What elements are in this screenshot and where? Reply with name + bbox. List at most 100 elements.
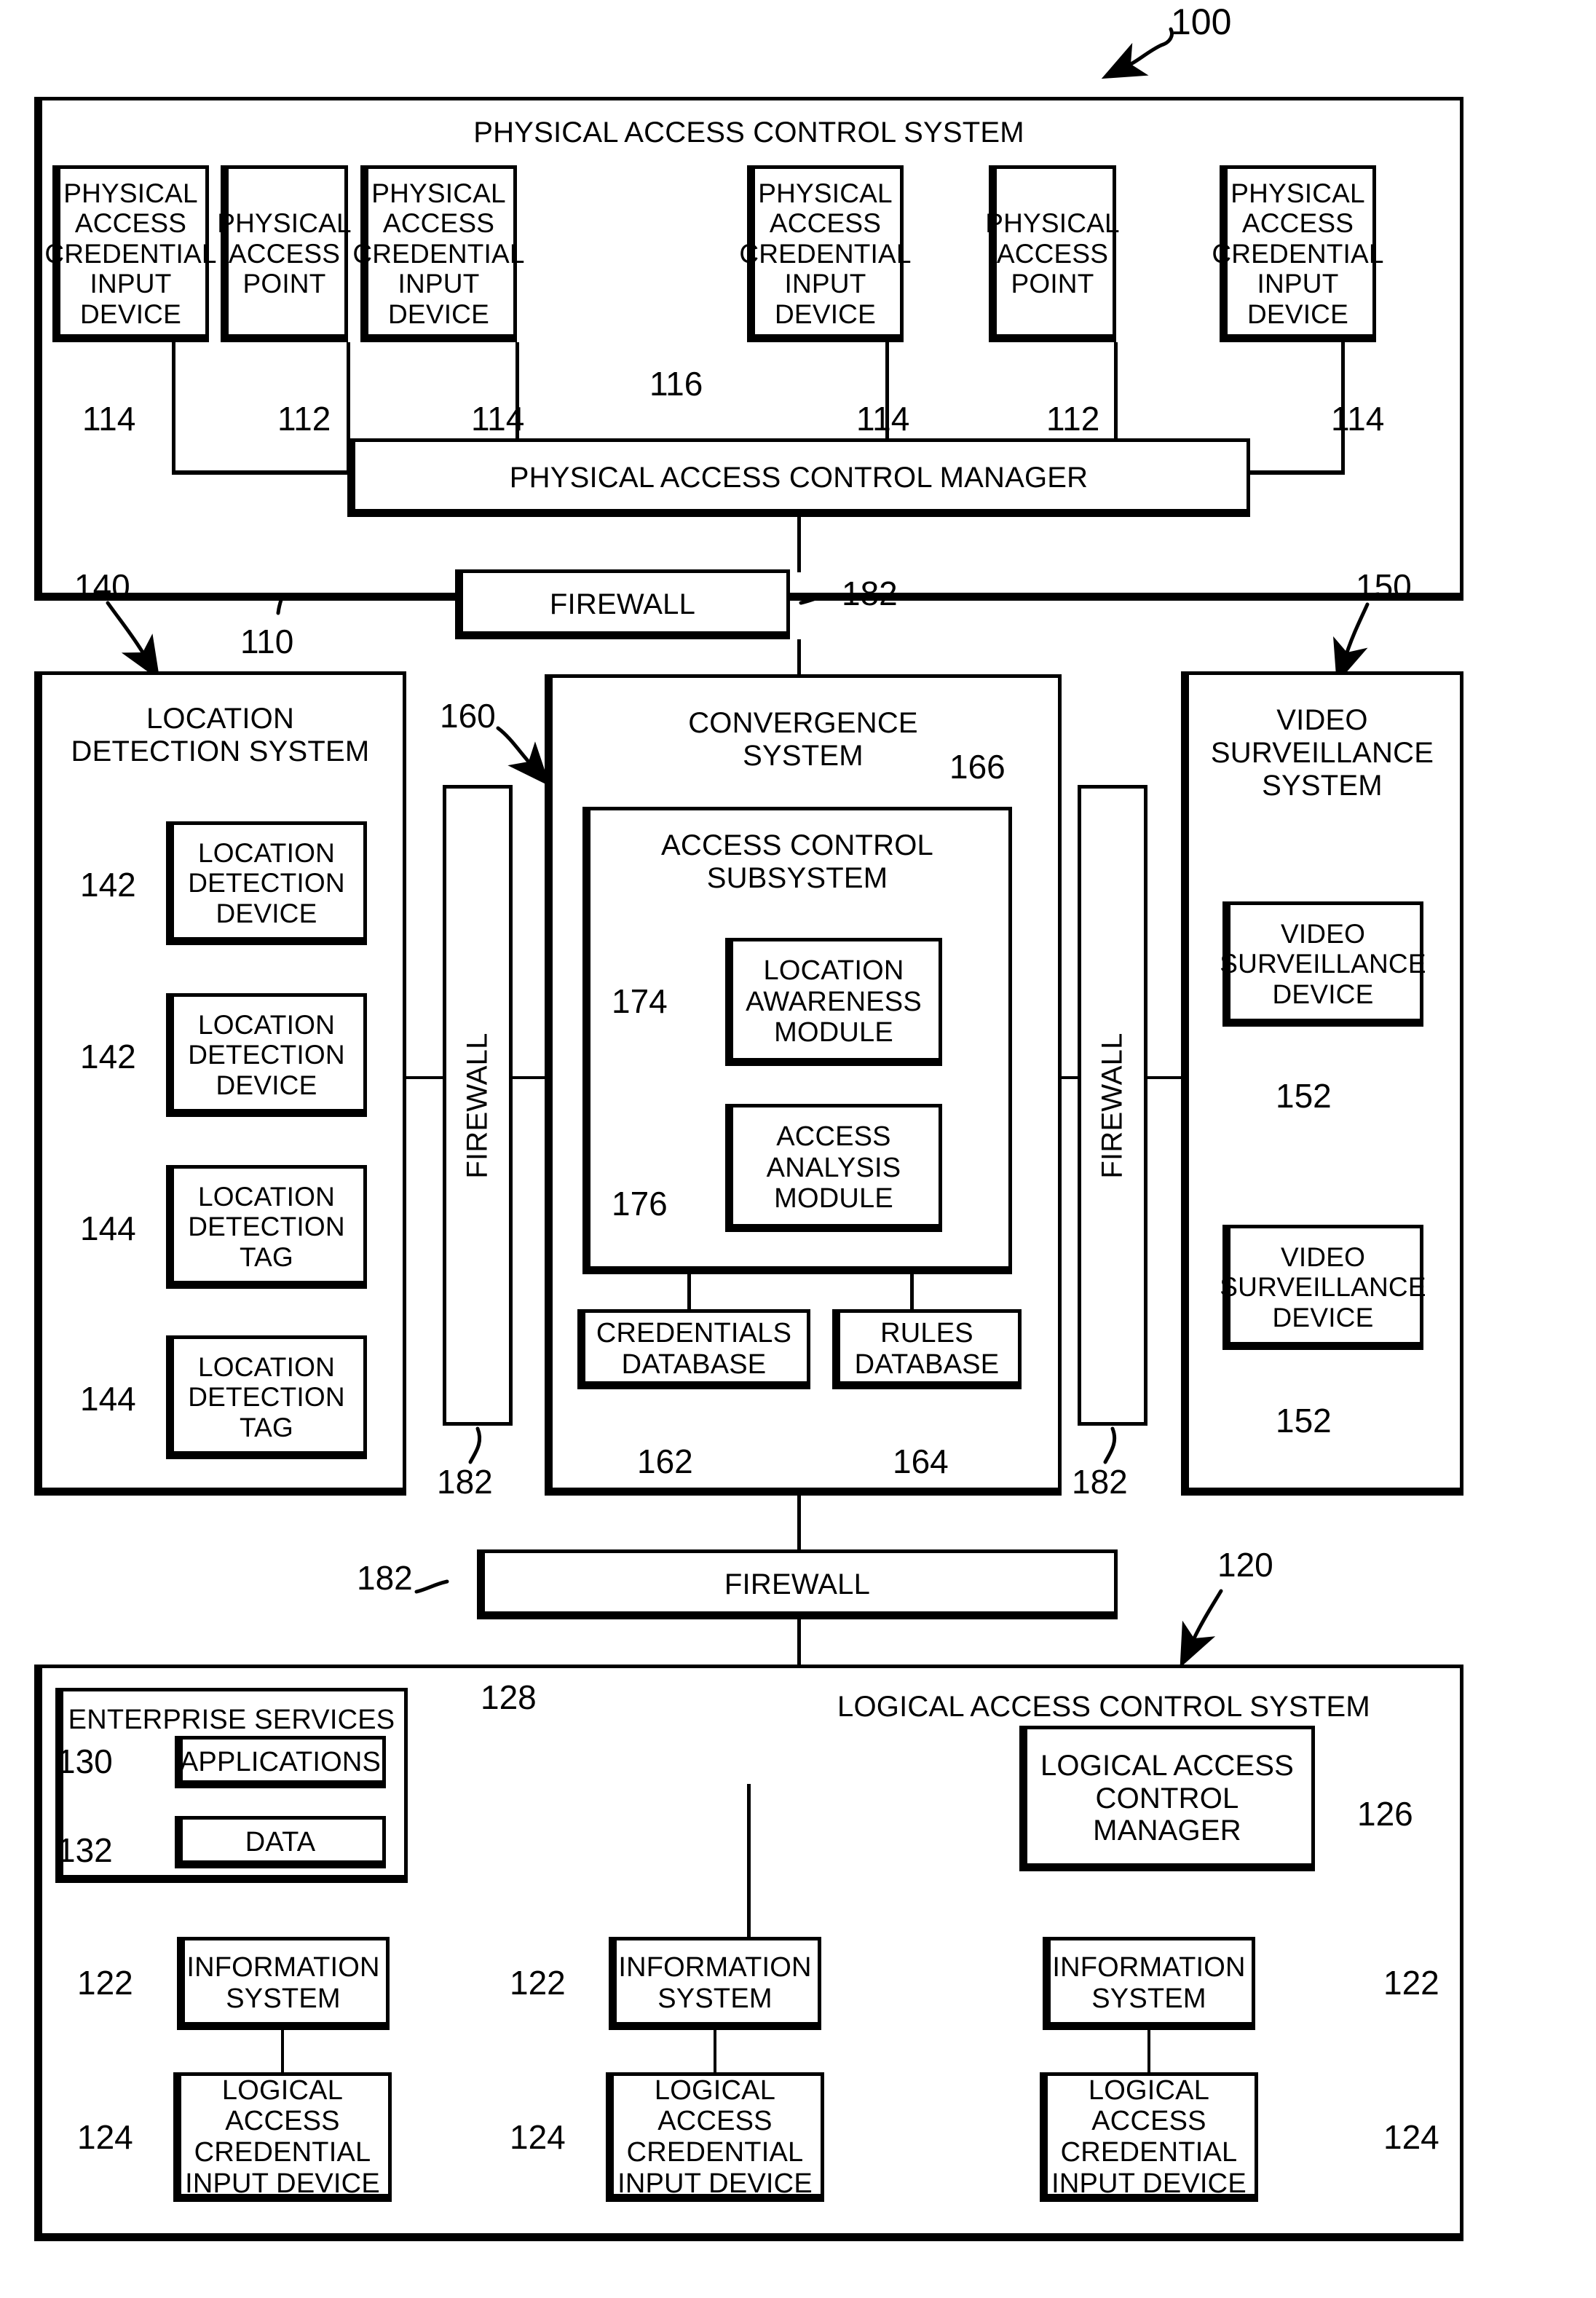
firewall-top: FIREWALL	[455, 569, 790, 639]
ref-124-b: 124	[510, 2118, 566, 2156]
information-system-label: INFORMATION SYSTEM	[186, 1952, 380, 2014]
ref-176: 176	[612, 1185, 668, 1223]
physical-access-point-1[interactable]: PHYSICAL ACCESS POINT	[217, 165, 352, 342]
lds-to-firewall-line	[406, 1076, 444, 1079]
manager-to-firewall-line	[797, 517, 801, 572]
applications-label: APPLICATIONS	[179, 1746, 382, 1777]
ref-122-c: 122	[1383, 1964, 1439, 2002]
credential-device-label: LOGICAL ACCESS CREDENTIAL INPUT DEVICE	[1051, 2074, 1247, 2199]
ref-174: 174	[612, 982, 668, 1020]
location-detection-device-2[interactable]: LOCATION DETECTION DEVICE	[166, 993, 367, 1117]
manager-label: PHYSICAL ACCESS CONTROL MANAGER	[509, 461, 1089, 494]
module-label: ACCESS ANALYSIS MODULE	[766, 1121, 901, 1215]
data-box[interactable]: DATA	[175, 1816, 386, 1868]
ref-100: 100	[1171, 1, 1232, 42]
logical-access-credential-input-device-2[interactable]: LOGICAL ACCESS CREDENTIAL INPUT DEVICE	[606, 2072, 824, 2202]
ref-128: 128	[481, 1678, 537, 1716]
device-label: PHYSICAL ACCESS POINT	[985, 208, 1120, 299]
ref-110: 110	[240, 623, 294, 660]
location-detection-device-1[interactable]: LOCATION DETECTION DEVICE	[166, 821, 367, 945]
ref-182-right: 182	[1072, 1463, 1128, 1501]
ref-162: 162	[637, 1442, 693, 1480]
enterprise-title: ENTERPRISE SERVICES	[68, 1705, 395, 1735]
firewall-to-convergence-line	[797, 639, 801, 674]
device-label: PHYSICAL ACCESS CREDENTIAL INPUT DEVICE	[352, 178, 525, 329]
ref-120: 120	[1217, 1546, 1273, 1584]
ref-114-a: 114	[82, 400, 136, 438]
ref-130: 130	[57, 1742, 113, 1780]
physical-access-credential-input-device-3[interactable]: PHYSICAL ACCESS CREDENTIAL INPUT DEVICE	[739, 165, 912, 342]
physical-access-point-2[interactable]: PHYSICAL ACCESS POINT	[985, 165, 1120, 342]
information-system-1[interactable]: INFORMATION SYSTEM	[177, 1937, 390, 2030]
firewall-right: FIREWALL	[1078, 785, 1147, 1426]
ref-152-b: 152	[1276, 1402, 1332, 1440]
ref-160: 160	[440, 697, 496, 735]
information-system-label: INFORMATION SYSTEM	[1052, 1952, 1246, 2014]
lds-item-label: LOCATION DETECTION TAG	[188, 1181, 345, 1272]
ref-182-bottom: 182	[357, 1559, 413, 1597]
convergence-to-bottom-firewall-line	[797, 1496, 801, 1549]
lds-title: LOCATION DETECTION SYSTEM	[71, 703, 370, 767]
device-label: PHYSICAL ACCESS CREDENTIAL INPUT DEVICE	[1212, 178, 1384, 329]
ref-182-left: 182	[437, 1463, 493, 1501]
ref-126: 126	[1357, 1795, 1413, 1833]
rules-database[interactable]: RULES DATABASE	[832, 1309, 1022, 1389]
logical-access-credential-input-device-1[interactable]: LOGICAL ACCESS CREDENTIAL INPUT DEVICE	[173, 2072, 392, 2202]
firewall-label: FIREWALL	[724, 1568, 871, 1600]
lds-item-label: LOCATION DETECTION TAG	[188, 1351, 345, 1442]
applications-box[interactable]: APPLICATIONS	[175, 1736, 386, 1788]
credential-device-label: LOGICAL ACCESS CREDENTIAL INPUT DEVICE	[617, 2074, 813, 2199]
ref-122-b: 122	[510, 1964, 566, 2002]
patent-figure-canvas: 100 PHYSICAL ACCESS CONTROL SYSTEM PHYSI…	[0, 0, 1596, 2298]
pacs-title: PHYSICAL ACCESS CONTROL SYSTEM	[473, 117, 1024, 149]
information-system-label: INFORMATION SYSTEM	[618, 1952, 812, 2014]
is1-to-cred1-line	[281, 2030, 284, 2074]
bottom-firewall-to-lacs-line	[797, 1619, 801, 1667]
lacs-manager-label: LOGICAL ACCESS CONTROL MANAGER	[1040, 1749, 1295, 1847]
ref-124-a: 124	[77, 2118, 133, 2156]
ref-114-c: 114	[856, 400, 910, 438]
location-awareness-module[interactable]: LOCATION AWARENESS MODULE	[725, 938, 942, 1066]
acs-to-credentials-line	[687, 1274, 691, 1312]
firewall-left: FIREWALL	[443, 785, 513, 1426]
convergence-title: CONVERGENCE SYSTEM	[688, 707, 918, 772]
lacs-bus-vertical	[747, 1784, 751, 1938]
physical-access-credential-input-device-4[interactable]: PHYSICAL ACCESS CREDENTIAL INPUT DEVICE	[1212, 165, 1384, 342]
lds-item-label: LOCATION DETECTION DEVICE	[188, 837, 345, 928]
vss-device-label: VIDEO SURVEILLANCE DEVICE	[1220, 918, 1426, 1009]
database-label: RULES DATABASE	[854, 1318, 1000, 1380]
information-system-3[interactable]: INFORMATION SYSTEM	[1043, 1937, 1255, 2030]
firewall-right-to-vss-line	[1147, 1076, 1185, 1079]
ref-182-top: 182	[842, 574, 898, 612]
lds-item-label: LOCATION DETECTION DEVICE	[188, 1009, 345, 1100]
ref-122-a: 122	[77, 1964, 133, 2002]
lacs-title: LOGICAL ACCESS CONTROL SYSTEM	[837, 1691, 1370, 1723]
database-label: CREDENTIALS DATABASE	[596, 1318, 792, 1380]
video-surveillance-device-2[interactable]: VIDEO SURVEILLANCE DEVICE	[1220, 1225, 1426, 1350]
firewall-label: FIREWALL	[1096, 1032, 1129, 1179]
logical-access-credential-input-device-3[interactable]: LOGICAL ACCESS CREDENTIAL INPUT DEVICE	[1040, 2072, 1258, 2202]
ref-142-b: 142	[80, 1038, 136, 1075]
ref-112-a: 112	[277, 400, 331, 438]
firewall-left-to-convergence-line	[513, 1076, 545, 1079]
acs-to-rules-line	[910, 1274, 914, 1312]
device-label: PHYSICAL ACCESS CREDENTIAL INPUT DEVICE	[739, 178, 912, 329]
location-detection-tag-1[interactable]: LOCATION DETECTION TAG	[166, 1165, 367, 1289]
acs-title: ACCESS CONTROL SUBSYSTEM	[661, 829, 933, 894]
credentials-database[interactable]: CREDENTIALS DATABASE	[577, 1309, 810, 1389]
ref-152-a: 152	[1276, 1077, 1332, 1115]
physical-access-control-manager[interactable]: PHYSICAL ACCESS CONTROL MANAGER	[347, 438, 1250, 517]
location-detection-tag-2[interactable]: LOCATION DETECTION TAG	[166, 1335, 367, 1459]
ref-112-b: 112	[1046, 400, 1100, 438]
physical-access-credential-input-device-1[interactable]: PHYSICAL ACCESS CREDENTIAL INPUT DEVICE	[44, 165, 217, 342]
data-label: DATA	[245, 1826, 316, 1857]
physical-access-credential-input-device-2[interactable]: PHYSICAL ACCESS CREDENTIAL INPUT DEVICE	[352, 165, 525, 342]
ref-140: 140	[74, 567, 130, 605]
ref-132: 132	[57, 1831, 113, 1869]
firewall-label: FIREWALL	[549, 588, 696, 620]
information-system-2[interactable]: INFORMATION SYSTEM	[609, 1937, 821, 2030]
video-surveillance-device-1[interactable]: VIDEO SURVEILLANCE DEVICE	[1220, 901, 1426, 1027]
logical-access-control-manager[interactable]: LOGICAL ACCESS CONTROL MANAGER	[1019, 1726, 1315, 1871]
firewall-bottom: FIREWALL	[477, 1549, 1118, 1619]
access-analysis-module[interactable]: ACCESS ANALYSIS MODULE	[725, 1104, 942, 1232]
